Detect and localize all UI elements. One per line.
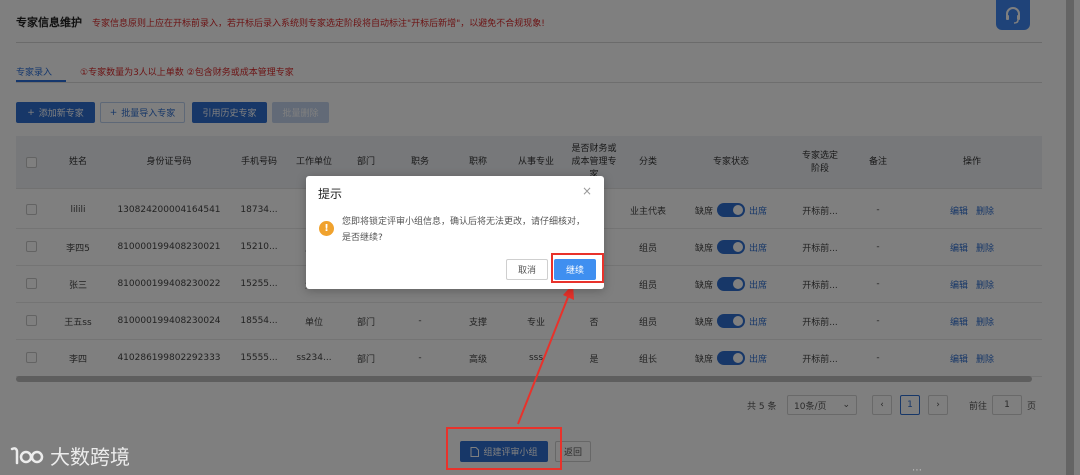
close-icon[interactable]: × (582, 184, 592, 198)
warning-icon: ! (319, 221, 334, 236)
dialog-title: 提示 (318, 187, 343, 201)
dialog-cancel-button[interactable]: 取消 (506, 259, 548, 280)
dialog-message: 您即将锁定评审小组信息，确认后将无法更改，请仔细核对，是否继续? (342, 217, 586, 243)
highlight-confirm-button (551, 253, 604, 283)
